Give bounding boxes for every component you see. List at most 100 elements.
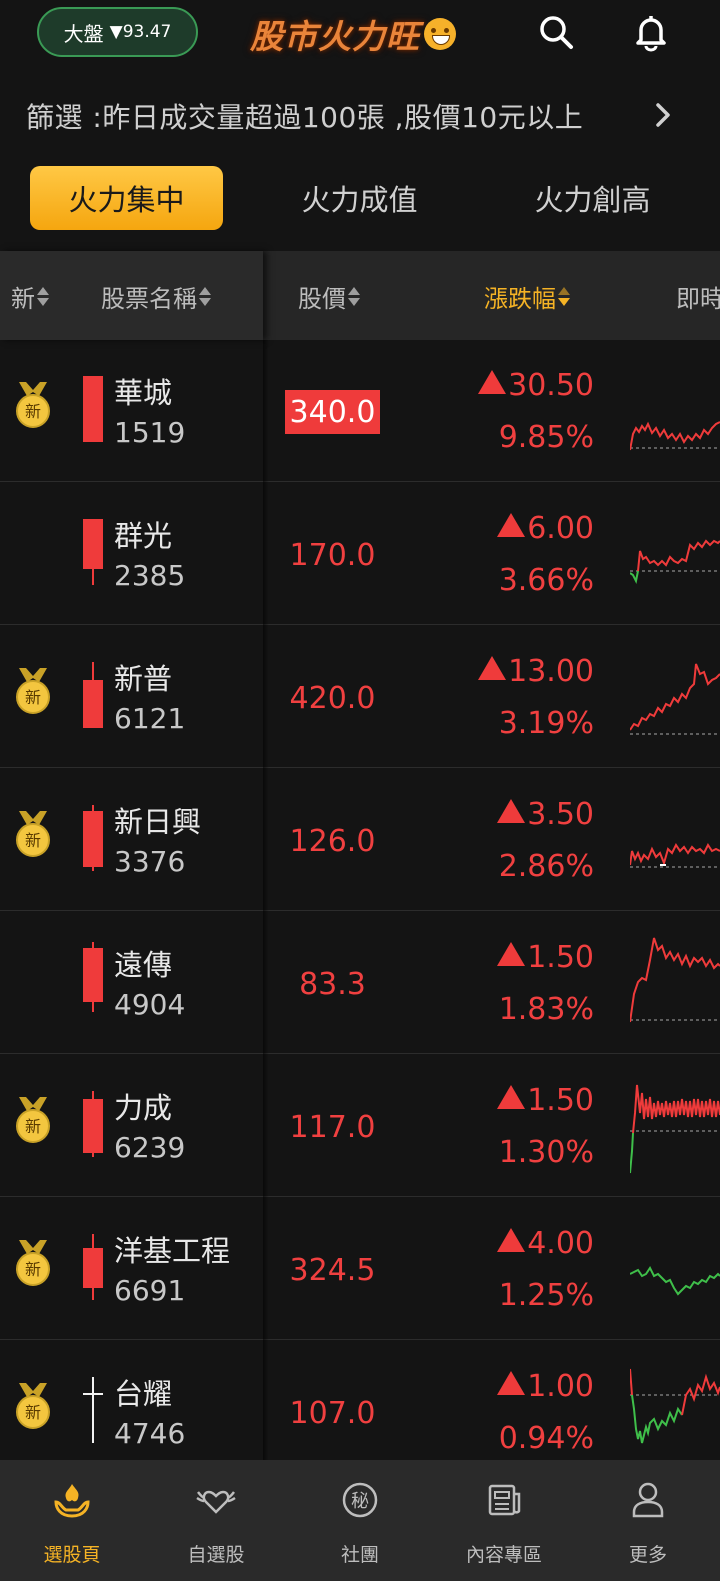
stock-price: 420.0 — [289, 680, 376, 716]
col-price[interactable]: 股價 — [298, 279, 360, 314]
tab-bar: 火力集中 火力成值 火力創高 — [0, 160, 720, 240]
col-name[interactable]: 股票名稱 — [101, 279, 211, 314]
stock-change: 1.50 — [497, 940, 594, 975]
candlestick-icon — [80, 1234, 106, 1300]
svg-text:新: 新 — [25, 1117, 41, 1136]
intraday-sparkline — [630, 421, 720, 451]
nav-label: 自選股 — [187, 1544, 245, 1566]
svg-text:新: 新 — [25, 1260, 41, 1279]
stock-change: 6.00 — [497, 511, 594, 546]
up-triangle-icon — [497, 513, 526, 537]
stock-price: 83.3 — [299, 966, 366, 1002]
stock-change-pct: 9.85% — [498, 420, 594, 455]
stock-change-value: 30.50 — [508, 368, 594, 403]
filter-text: 篩選 :昨日成交量超過100張 ,股價10元以上 — [26, 101, 584, 134]
stock-name: 群光 — [114, 519, 173, 553]
tab-fire-focus[interactable]: 火力集中 — [30, 166, 223, 230]
bottom-nav: 選股頁 自選股 秘 社團 內容專區 更多 — [0, 1460, 720, 1581]
up-triangle-icon — [478, 656, 507, 680]
nav-watchlist[interactable]: 自選股 — [144, 1460, 288, 1581]
nav-label: 內容專區 — [465, 1544, 542, 1566]
stock-code: 4904 — [114, 988, 186, 1021]
tab-fire-value[interactable]: 火力成值 — [263, 166, 456, 230]
stock-price: 340.0 — [285, 390, 380, 434]
column-header: 新 股票名稱 股價 漲跌幅 即時 — [0, 251, 720, 340]
stock-change-value: 6.00 — [527, 511, 594, 546]
stock-row[interactable]: 新 華城 1519 340.0 30.50 9.85% — [0, 340, 720, 482]
stock-name: 新日興 — [114, 805, 202, 839]
index-change: ▼93.47 — [109, 22, 172, 42]
stock-row[interactable]: 新 新普 6121 420.0 13.00 3.19% — [0, 626, 720, 768]
app-title: 股市火力旺 — [250, 12, 456, 56]
col-change-label: 漲跌幅 — [484, 285, 556, 313]
stock-change-pct: 1.30% — [498, 1135, 594, 1170]
nav-label: 社團 — [340, 1544, 379, 1566]
tab-fire-high[interactable]: 火力創高 — [496, 166, 689, 230]
stock-list[interactable]: 新 華城 1519 340.0 30.50 9.85% 群光 2385 170.… — [0, 340, 720, 1460]
candlestick-icon — [80, 805, 106, 871]
stock-row[interactable]: 遠傳 4904 83.3 1.50 1.83% — [0, 912, 720, 1054]
hand-flame-icon — [54, 1484, 90, 1518]
stock-change-pct: 1.25% — [498, 1278, 594, 1313]
up-triangle-icon — [497, 942, 526, 966]
search-icon[interactable] — [536, 12, 576, 52]
stock-code: 6239 — [114, 1131, 186, 1164]
stock-change: 13.00 — [478, 654, 594, 689]
up-triangle-icon — [497, 1085, 526, 1109]
stock-row[interactable]: 新 台耀 4746 107.0 1.00 0.94% — [0, 1341, 720, 1460]
stock-change: 1.50 — [497, 1083, 594, 1118]
nav-stock-picker[interactable]: 選股頁 — [0, 1460, 144, 1581]
stock-change-pct: 1.83% — [498, 992, 594, 1027]
new-badge-icon: 新 — [16, 668, 50, 714]
svg-text:新: 新 — [25, 402, 41, 421]
up-triangle-icon — [478, 370, 507, 394]
candlestick-icon — [80, 1377, 106, 1443]
nav-more[interactable]: 更多 — [576, 1460, 720, 1581]
nav-label: 更多 — [628, 1544, 667, 1566]
newspaper-icon — [488, 1484, 521, 1516]
stock-row[interactable]: 新 洋基工程 6691 324.5 4.00 1.25% — [0, 1198, 720, 1340]
stock-row[interactable]: 新 新日興 3376 126.0 3.50 2.86% — [0, 769, 720, 911]
intraday-sparkline — [630, 1368, 720, 1444]
stock-code: 3376 — [114, 845, 186, 878]
bell-icon[interactable] — [631, 12, 671, 52]
col-realtime-label: 即時 — [676, 285, 720, 313]
market-index-pill[interactable]: 大盤 ▼93.47 — [37, 7, 198, 57]
winged-heart-icon — [196, 1490, 236, 1514]
stock-row[interactable]: 群光 2385 170.0 6.00 3.66% — [0, 483, 720, 625]
stock-name: 遠傳 — [114, 948, 173, 982]
stock-name: 台耀 — [114, 1377, 173, 1411]
stock-change-pct: 3.19% — [498, 706, 594, 741]
sort-icon — [348, 286, 360, 308]
stock-price: 126.0 — [289, 823, 376, 859]
col-name-label: 股票名稱 — [101, 285, 197, 313]
nav-label: 選股頁 — [43, 1544, 101, 1566]
up-triangle-icon — [497, 1228, 526, 1252]
new-badge-icon: 新 — [16, 1383, 50, 1429]
candlestick-icon — [80, 519, 106, 585]
stock-name: 力成 — [114, 1091, 173, 1125]
col-new[interactable]: 新 — [11, 279, 49, 314]
nav-content[interactable]: 內容專區 — [432, 1460, 576, 1581]
person-icon — [632, 1482, 664, 1518]
col-price-label: 股價 — [298, 285, 346, 313]
sort-desc-icon — [558, 286, 570, 308]
svg-text:新: 新 — [25, 831, 41, 850]
new-badge-icon: 新 — [16, 382, 50, 428]
chevron-right-icon[interactable] — [650, 100, 676, 130]
intraday-sparkline — [630, 663, 720, 735]
nav-club[interactable]: 秘 社團 — [288, 1460, 432, 1581]
col-change[interactable]: 漲跌幅 — [484, 279, 570, 314]
stock-change: 3.50 — [497, 797, 594, 832]
stock-name: 洋基工程 — [114, 1234, 231, 1268]
col-realtime[interactable]: 即時 — [676, 279, 720, 314]
stock-change: 30.50 — [478, 368, 594, 403]
new-badge-icon: 新 — [16, 1097, 50, 1143]
filter-bar[interactable]: 篩選 :昨日成交量超過100張 ,股價10元以上 — [0, 80, 720, 150]
sort-icon — [199, 286, 211, 308]
stock-code: 2385 — [114, 559, 186, 592]
sort-icon — [37, 286, 49, 308]
stock-row[interactable]: 新 力成 6239 117.0 1.50 1.30% — [0, 1055, 720, 1197]
app-title-text: 股市火力旺 — [250, 17, 420, 56]
svg-text:新: 新 — [25, 688, 41, 707]
